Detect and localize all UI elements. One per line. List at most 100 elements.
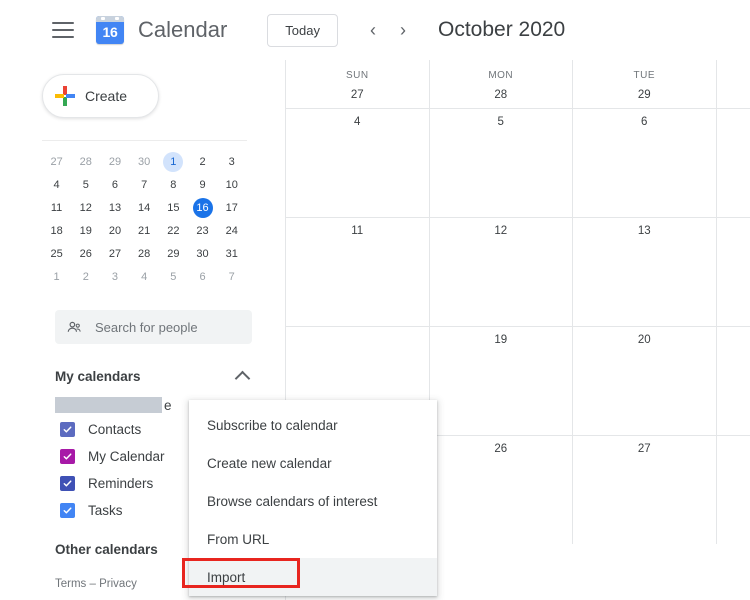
mini-calendar-day[interactable]: 29 [100,150,129,173]
today-button[interactable]: Today [267,13,338,47]
create-button[interactable]: Create [42,74,159,118]
mini-calendar-day[interactable]: 21 [130,219,159,242]
mini-calendar-day[interactable]: 31 [217,242,246,265]
calendar-options-context-menu: Subscribe to calendar Create new calenda… [189,400,437,596]
next-period-icon[interactable]: › [390,17,416,43]
calendar-day-cell[interactable]: 4 [286,109,430,217]
mini-calendar-day[interactable]: 19 [71,219,100,242]
mini-calendar-day[interactable]: 29 [159,242,188,265]
mini-day-label: 5 [170,270,177,283]
day-number: 13 [637,225,651,237]
mini-calendar-day[interactable]: 20 [100,219,129,242]
mini-calendar-day[interactable]: 27 [42,150,71,173]
mini-calendar-day[interactable]: 11 [42,196,71,219]
menu-item-subscribe-to-calendar[interactable]: Subscribe to calendar [189,406,437,444]
mini-calendar-day[interactable]: 27 [100,242,129,265]
chevron-up-icon[interactable] [234,370,251,386]
mini-calendar-day[interactable]: 4 [42,173,71,196]
mini-calendar-day[interactable]: 3 [100,265,129,288]
mini-calendar-day-selected[interactable]: 1 [159,150,188,173]
menu-item-from-url[interactable]: From URL [189,520,437,558]
plus-arm-left [55,94,64,98]
mini-day-label: 3 [228,155,235,168]
mini-calendar-day[interactable]: 6 [100,173,129,196]
mini-calendar-day[interactable]: 17 [217,196,246,219]
calendar-day-cell[interactable]: 20 [573,327,717,435]
calendar-day-cell[interactable]: 6 [573,109,717,217]
mini-calendar: 27 28 29 30 1 2 3 4 5 6 7 8 9 10 11 12 1… [42,140,247,288]
calendar-checkbox[interactable] [60,422,75,437]
mini-day-label: 26 [79,247,92,260]
mini-calendar-day[interactable]: 4 [130,265,159,288]
mini-calendar-day[interactable]: 15 [159,196,188,219]
mini-calendar-day[interactable]: 28 [71,150,100,173]
day-column-header[interactable]: MON 28 [430,60,573,108]
mini-calendar-day[interactable]: 10 [217,173,246,196]
mini-calendar-day-today[interactable]: 16 [188,196,217,219]
day-column-header[interactable]: SUN 27 [286,60,430,108]
calendar-day-cell[interactable]: 13 [573,218,717,326]
mini-calendar-day[interactable]: 3 [217,150,246,173]
calendar-checkbox[interactable] [60,449,75,464]
mini-calendar-day[interactable]: 1 [42,265,71,288]
mini-day-label: 1 [163,151,184,172]
mini-calendar-day[interactable]: 13 [100,196,129,219]
calendar-checkbox[interactable] [60,503,75,518]
mini-calendar-day[interactable]: 9 [188,173,217,196]
terms-link[interactable]: Terms [55,578,86,590]
day-number: 27 [350,89,364,101]
people-icon [67,321,81,332]
mini-calendar-day[interactable]: 5 [159,265,188,288]
calendar-day-cell[interactable]: 19 [430,327,573,435]
menu-item-browse-calendars-of-interest[interactable]: Browse calendars of interest [189,482,437,520]
mini-calendar-day[interactable]: 2 [188,150,217,173]
my-calendars-section-header[interactable]: My calendars [55,369,252,386]
mini-day-label: 25 [50,247,63,260]
mini-day-label: 17 [225,201,238,214]
mini-day-label: 21 [138,224,151,237]
mini-calendar-day[interactable]: 25 [42,242,71,265]
mini-calendar-day[interactable]: 7 [130,173,159,196]
mini-calendar-row: 27 28 29 30 1 2 3 [42,150,247,173]
mini-calendar-day[interactable]: 28 [130,242,159,265]
mini-calendar-day[interactable]: 8 [159,173,188,196]
mini-calendar-day[interactable]: 23 [188,219,217,242]
menu-item-import[interactable]: Import [189,558,437,596]
mini-calendar-day[interactable]: 2 [71,265,100,288]
calendar-day-cell[interactable]: 27 [573,436,717,544]
day-column-header[interactable]: TUE 29 [573,60,717,108]
mini-calendar-day[interactable]: 12 [71,196,100,219]
mini-calendar-row: 18 19 20 21 22 23 24 [42,219,247,242]
calendar-day-cell[interactable]: 5 [430,109,573,217]
calendar-app-icon[interactable]: 16 [96,16,124,44]
top-app-bar: 16 Calendar Today ‹ › October 2020 [0,0,750,60]
mini-calendar-day[interactable]: 14 [130,196,159,219]
mini-calendar-day[interactable]: 26 [71,242,100,265]
day-number: 19 [494,334,508,346]
calendar-day-cell[interactable]: 26 [430,436,573,544]
privacy-link[interactable]: Privacy [99,578,137,590]
day-number: 5 [497,116,504,128]
hamburger-icon[interactable] [52,22,74,38]
google-plus-icon [54,85,76,107]
hamburger-line [52,22,74,24]
mini-calendar-day[interactable]: 7 [217,265,246,288]
mini-calendar-day[interactable]: 24 [217,219,246,242]
mini-day-label: 10 [225,178,238,191]
search-people-input[interactable]: Search for people [55,310,252,344]
mini-calendar-day[interactable]: 30 [130,150,159,173]
mini-calendar-day[interactable]: 22 [159,219,188,242]
mini-calendar-day[interactable]: 6 [188,265,217,288]
mini-day-label: 6 [111,178,119,191]
previous-period-icon[interactable]: ‹ [360,17,386,43]
hamburger-line [52,29,74,31]
calendar-day-cell[interactable]: 12 [430,218,573,326]
calendar-day-cell[interactable]: 11 [286,218,430,326]
create-button-label: Create [85,88,128,104]
calendar-checkbox[interactable] [60,476,75,491]
day-of-week-label: SUN [345,70,369,81]
mini-calendar-day[interactable]: 30 [188,242,217,265]
mini-calendar-day[interactable]: 18 [42,219,71,242]
mini-calendar-day[interactable]: 5 [71,173,100,196]
menu-item-create-new-calendar[interactable]: Create new calendar [189,444,437,482]
